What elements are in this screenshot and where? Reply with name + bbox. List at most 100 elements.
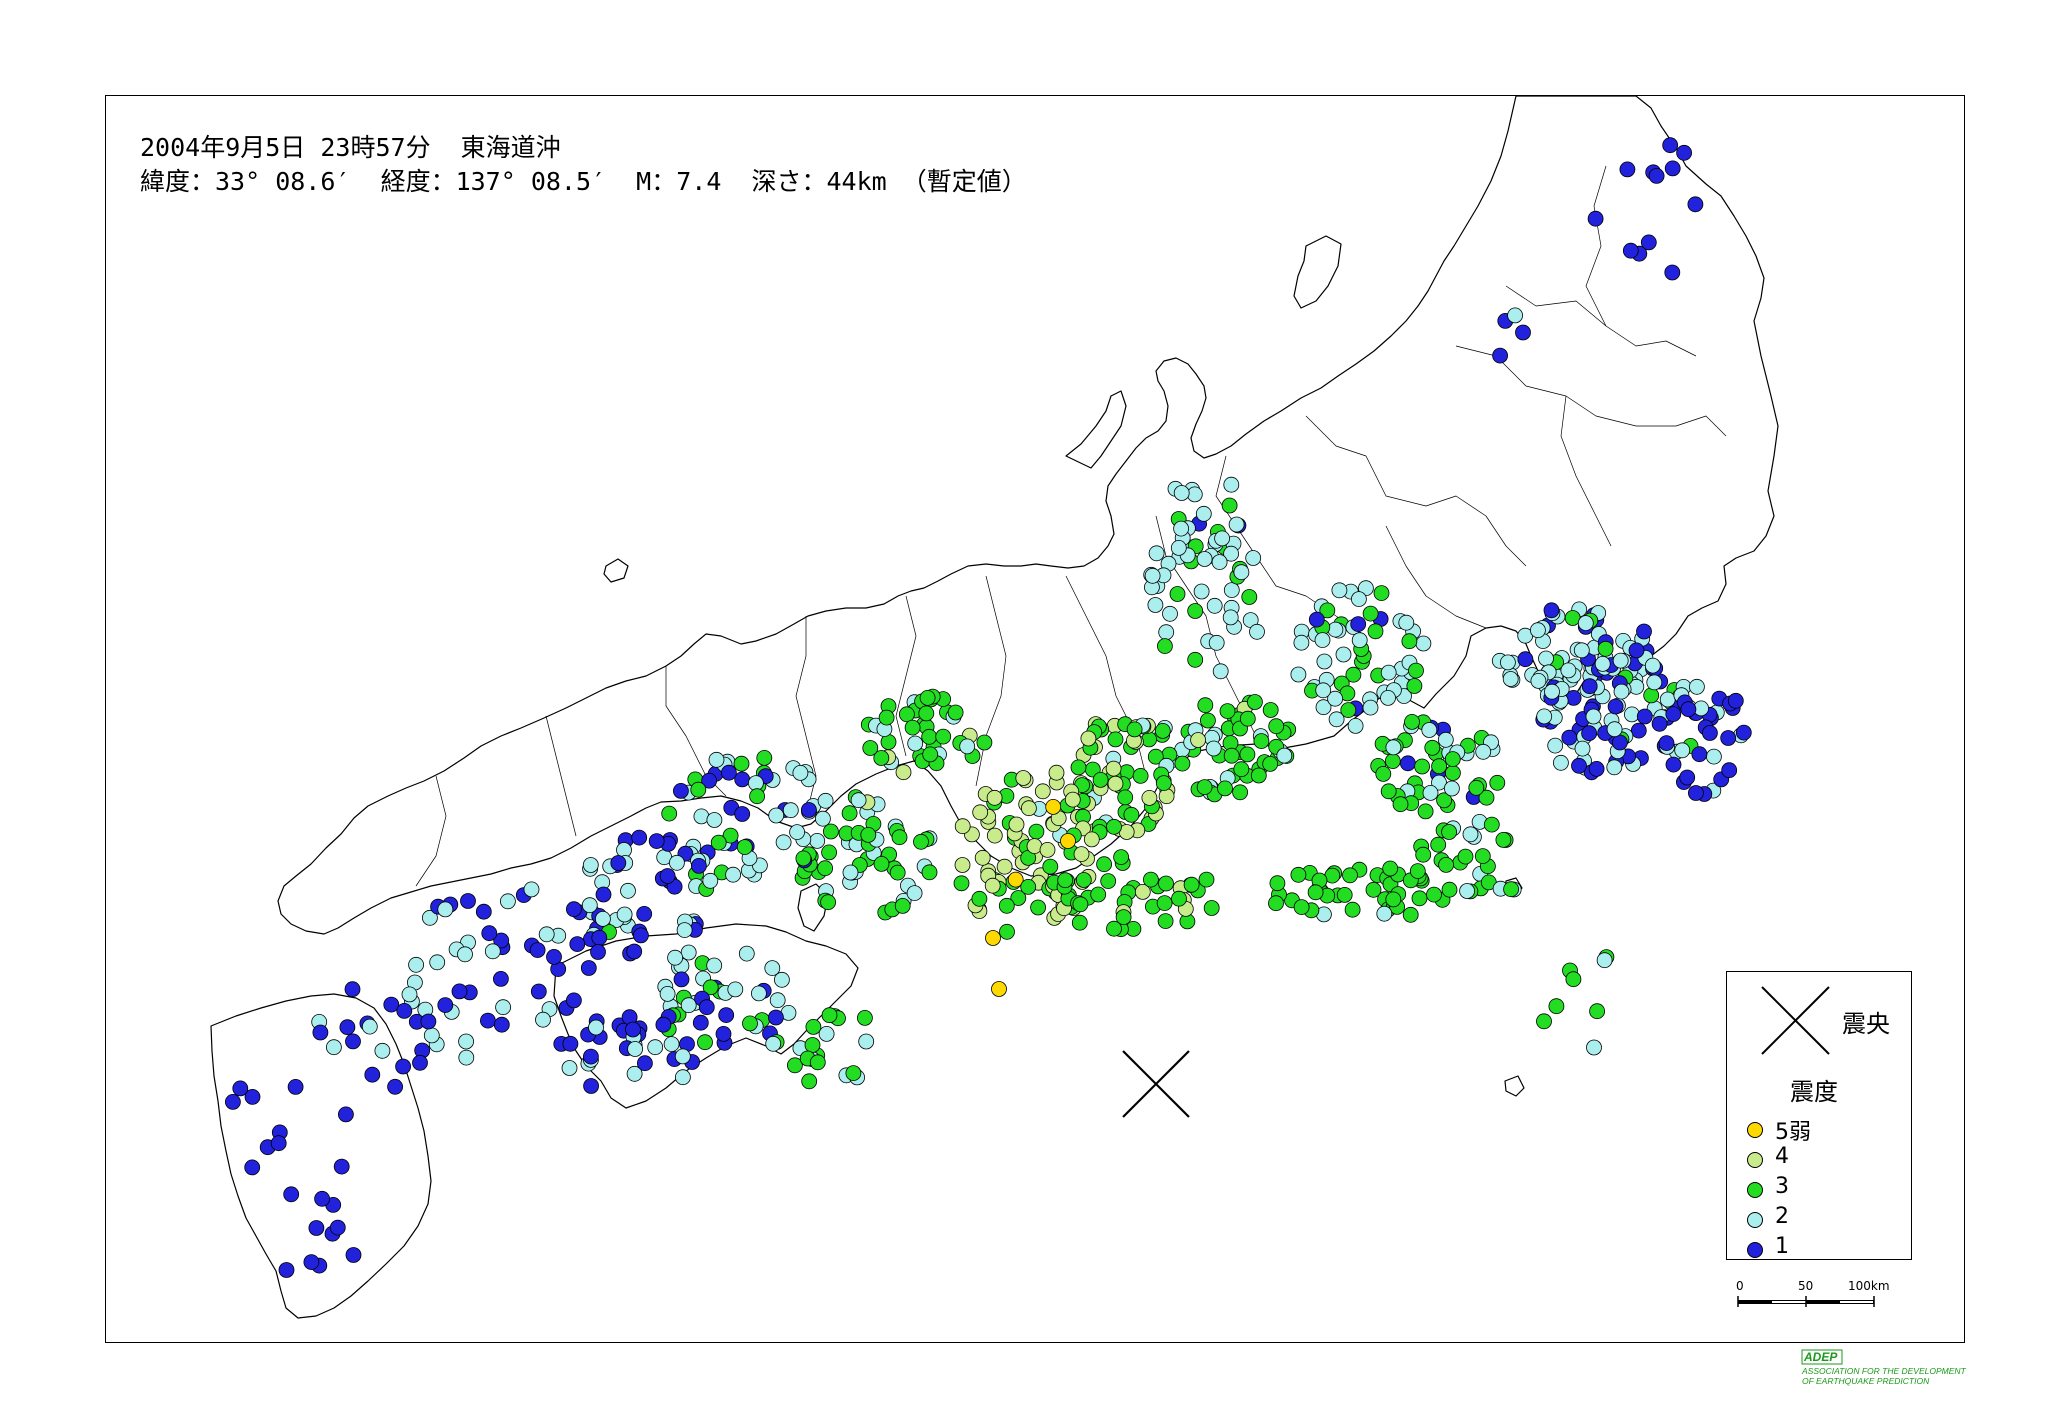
station-marker: [1173, 520, 1189, 537]
station-marker: [1735, 724, 1752, 741]
station-marker: [1544, 683, 1560, 700]
station-marker: [631, 829, 648, 846]
station-marker: [733, 755, 750, 772]
station-marker: [748, 775, 764, 791]
station-marker: [1158, 788, 1175, 805]
station-marker: [782, 802, 799, 819]
station-marker: [538, 926, 555, 943]
station-marker: [1517, 651, 1534, 668]
station-marker: [1426, 886, 1442, 903]
station-marker: [1174, 755, 1191, 772]
station-marker: [1293, 634, 1310, 651]
station-marker: [1585, 708, 1602, 725]
station-marker: [667, 949, 683, 966]
station-marker: [1687, 196, 1704, 213]
station-marker: [1147, 597, 1164, 613]
scale-tick-100: 100km: [1848, 1279, 1890, 1293]
station-marker: [1409, 863, 1426, 879]
station-marker: [1196, 779, 1213, 795]
station-marker: [1553, 754, 1569, 771]
legend-label-1: 5弱: [1775, 1120, 1811, 1145]
station-marker: [1221, 497, 1238, 514]
station-marker: [1492, 347, 1508, 364]
station-marker: [1132, 768, 1149, 784]
station-marker: [1113, 849, 1129, 865]
station-marker: [395, 1058, 412, 1075]
epicenter-legend-icon: [1761, 986, 1830, 1055]
station-marker: [1573, 642, 1590, 659]
station-marker: [1223, 582, 1240, 599]
station-marker: [401, 986, 418, 1003]
station-marker: [1293, 899, 1310, 915]
station-marker: [1335, 646, 1352, 663]
station-marker: [1691, 746, 1708, 763]
station-marker: [1430, 836, 1447, 853]
station-marker: [659, 868, 676, 884]
station-marker: [1380, 664, 1397, 681]
station-marker: [1674, 742, 1691, 759]
station-marker: [325, 1039, 342, 1056]
station-marker: [1327, 621, 1344, 638]
station-marker: [1424, 739, 1441, 756]
station-marker: [1385, 739, 1402, 756]
station-marker: [1211, 554, 1228, 571]
station-marker: [595, 886, 612, 903]
station-marker: [1196, 551, 1213, 567]
station-marker: [1239, 710, 1256, 727]
legend-dot-5: [1747, 1242, 1763, 1258]
station-marker: [1664, 264, 1681, 281]
station-marker: [959, 738, 976, 755]
station-marker: [329, 1219, 346, 1236]
station-marker: [1042, 858, 1059, 875]
station-marker: [792, 765, 809, 781]
station-marker: [1398, 614, 1415, 631]
station-marker: [715, 1026, 732, 1042]
station-marker: [1219, 703, 1236, 719]
station-marker: [1158, 624, 1175, 641]
station-marker: [1538, 650, 1554, 667]
station-marker: [1619, 161, 1636, 178]
station-marker: [663, 1036, 680, 1052]
station-marker: [1536, 708, 1553, 725]
station-marker: [582, 1048, 599, 1065]
station-marker: [495, 999, 512, 1016]
station-marker: [1586, 1039, 1602, 1056]
legend-dot-4: [1747, 1212, 1763, 1228]
station-marker: [676, 922, 693, 938]
station-marker: [857, 1010, 873, 1026]
station-marker: [481, 925, 498, 942]
station-marker: [775, 834, 792, 851]
station-marker: [889, 864, 906, 881]
station-marker: [1404, 714, 1420, 730]
station-marker: [1075, 872, 1092, 888]
station-marker: [1662, 137, 1679, 154]
station-marker: [591, 929, 608, 946]
station-marker: [1646, 674, 1663, 691]
station-marker: [734, 806, 751, 822]
station-marker: [1203, 900, 1220, 916]
oki-outline: [603, 558, 629, 583]
station-marker: [1401, 633, 1418, 650]
intensity-legend-title: 震度: [1790, 1078, 1838, 1106]
station-marker: [1664, 160, 1681, 177]
station-marker: [1400, 755, 1416, 772]
station-marker: [408, 956, 425, 973]
station-marker: [475, 903, 492, 920]
station-marker: [873, 856, 890, 872]
station-marker: [1039, 842, 1056, 858]
station-marker: [569, 936, 586, 952]
station-marker: [1362, 699, 1379, 716]
station-marker: [1500, 654, 1516, 671]
station-marker: [1437, 731, 1454, 748]
station-marker: [1503, 881, 1519, 898]
station-marker: [820, 894, 836, 911]
scale-bar-graphic: [1737, 1296, 1875, 1307]
station-marker: [1197, 697, 1214, 714]
station-marker: [718, 1007, 735, 1023]
station-marker: [1223, 747, 1240, 764]
station-marker: [492, 971, 509, 987]
izu-island-2: [1504, 1075, 1525, 1097]
station-marker: [1241, 589, 1258, 605]
station-marker: [661, 805, 678, 822]
station-marker: [1268, 895, 1284, 912]
